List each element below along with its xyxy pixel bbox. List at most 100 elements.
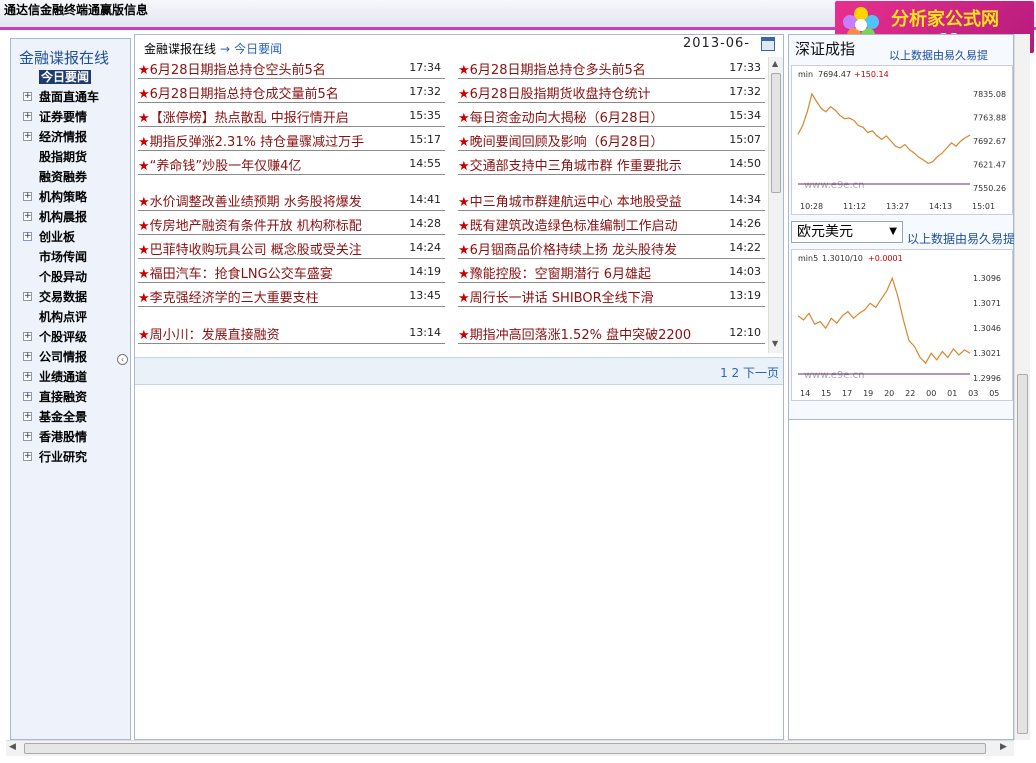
news-title[interactable]: 周小川：发展直接融资 xyxy=(150,328,280,343)
news-title[interactable]: 晚间要闻回顾及影响（6月28日） xyxy=(470,135,664,150)
scroll-down-icon[interactable]: ▼ xyxy=(772,339,778,348)
expand-icon[interactable]: + xyxy=(23,232,32,241)
expand-icon[interactable]: + xyxy=(23,212,32,221)
sidebar-item[interactable]: + 行业研究 xyxy=(21,447,99,467)
sidebar-item[interactable]: + 个股评级 xyxy=(21,327,99,347)
sidebar-item[interactable]: 融资融券 xyxy=(21,167,99,187)
sidebar-item[interactable]: 市场传闻 xyxy=(21,247,99,267)
news-title[interactable]: 福田汽车：抢食LNG公交车盛宴 xyxy=(150,267,333,282)
news-item[interactable]: ★既有建筑改造绿色标准编制工作启动 14:26 xyxy=(458,215,765,235)
window-vertical-scrollbar[interactable] xyxy=(1014,34,1030,740)
expand-icon[interactable]: + xyxy=(23,112,32,121)
sidebar-item[interactable]: + 公司情报 xyxy=(21,347,99,367)
collapse-sidebar-icon[interactable]: ‹ xyxy=(117,354,128,365)
sidebar-item[interactable]: + 交易数据 xyxy=(21,287,99,307)
news-item[interactable]: ★福田汽车：抢食LNG公交车盛宴 14:19 xyxy=(138,263,445,283)
news-item[interactable]: ★李克强经济学的三大重要支柱 13:45 xyxy=(138,287,445,307)
news-title[interactable]: 6月28日期指总持仓空头前5名 xyxy=(150,63,326,78)
expand-icon[interactable]: + xyxy=(23,372,32,381)
news-title[interactable]: 【涨停榜】热点散乱 中报行情开启 xyxy=(150,111,349,126)
news-item[interactable]: ★6月铟商品价格持续上扬 龙头股待发 14:22 xyxy=(458,239,765,259)
expand-icon[interactable]: + xyxy=(23,352,32,361)
expand-icon[interactable]: + xyxy=(23,332,32,341)
sidebar-item[interactable]: 机构点评 xyxy=(21,307,99,327)
expand-icon[interactable]: + xyxy=(23,132,32,141)
news-item[interactable]: ★水价调整改善业绩预期 水务股将爆发 14:41 xyxy=(138,191,445,211)
sidebar-item[interactable]: + 香港股情 xyxy=(21,427,99,447)
news-item[interactable]: ★晚间要闻回顾及影响（6月28日） 15:07 xyxy=(458,131,765,151)
news-title[interactable]: 期指冲高回落涨1.52% 盘中突破2200 xyxy=(470,328,692,343)
fx-data-note: 以上数据由易久易提 xyxy=(907,232,1016,246)
news-item[interactable]: ★巴菲特收购玩具公司 概念股或受关注 14:24 xyxy=(138,239,445,259)
expand-icon[interactable]: + xyxy=(23,412,32,421)
news-item[interactable]: ★每日资金动向大揭秘（6月28日） 15:34 xyxy=(458,107,765,127)
date-field[interactable]: 2013-06- xyxy=(683,36,750,51)
expand-icon[interactable]: + xyxy=(23,192,32,201)
sidebar-item[interactable]: + 基金全景 xyxy=(21,407,99,427)
expand-icon[interactable]: + xyxy=(23,92,32,101)
news-title[interactable]: 中三角城市群建航运中心 本地股受益 xyxy=(470,195,682,210)
sidebar-item[interactable]: 个股异动 xyxy=(21,267,99,287)
expand-icon[interactable]: + xyxy=(23,452,32,461)
news-item[interactable]: ★【涨停榜】热点散乱 中报行情开启 15:35 xyxy=(138,107,445,127)
news-title[interactable]: 传房地产融资有条件开放 机构称标配 xyxy=(150,219,362,234)
news-title[interactable]: 巴菲特收购玩具公司 概念股或受关注 xyxy=(150,243,362,258)
news-title[interactable]: 既有建筑改造绿色标准编制工作启动 xyxy=(470,219,678,234)
news-item[interactable]: ★交通部支持中三角城市群 作重要批示 14:50 xyxy=(458,155,765,175)
news-item[interactable]: ★传房地产融资有条件开放 机构称标配 14:28 xyxy=(138,215,445,235)
fx-select[interactable]: 欧元美元 ▼ xyxy=(791,221,903,243)
breadcrumb-root[interactable]: 金融谍报在线 xyxy=(144,42,216,56)
news-title[interactable]: 豫能控股：空窗期潜行 6月雄起 xyxy=(470,267,651,282)
news-title[interactable]: 6月28日期指总持仓成交量前5名 xyxy=(150,87,339,102)
news-title[interactable]: 6月28日期指总持仓多头前5名 xyxy=(470,63,646,78)
sidebar-item[interactable]: + 机构策略 xyxy=(21,187,99,207)
window-horizontal-scrollbar[interactable]: ◀ ▶ xyxy=(6,740,1014,756)
sidebar-item[interactable]: 股指期货 xyxy=(21,147,99,167)
sidebar-item[interactable]: + 业绩通道 xyxy=(21,367,99,387)
expand-icon[interactable]: + xyxy=(23,292,32,301)
news-item[interactable]: ★周小川：发展直接融资 13:14 xyxy=(138,324,445,344)
page-numbers[interactable]: 1 2 xyxy=(720,366,739,380)
scroll-right-icon[interactable]: ▶ xyxy=(1000,742,1007,752)
expand-icon[interactable]: + xyxy=(23,392,32,401)
news-item[interactable]: ★6月28日期指总持仓成交量前5名 17:32 xyxy=(138,83,445,103)
sidebar-item[interactable]: + 证券要情 xyxy=(21,107,99,127)
breadcrumb-current[interactable]: 今日要闻 xyxy=(234,42,282,56)
news-item[interactable]: ★期指冲高回落涨1.52% 盘中突破2200 12:10 xyxy=(458,324,765,344)
news-item[interactable]: ★周行长一讲话 SHIBOR全线下滑 13:19 xyxy=(458,287,765,307)
news-title[interactable]: 期指反弹涨2.31% 持仓量骤减过万手 xyxy=(150,135,364,150)
calendar-icon[interactable] xyxy=(761,37,775,51)
news-item[interactable]: ★6月28日期指总持仓空头前5名 17:34 xyxy=(138,59,445,79)
news-item[interactable]: ★6月28日期指总持仓多头前5名 17:33 xyxy=(458,59,765,79)
news-title[interactable]: 6月28日股指期货收盘持仓统计 xyxy=(470,87,651,102)
news-title[interactable]: “养命钱”炒股一年仅赚4亿 xyxy=(150,159,302,174)
y-tick-label: 1.3071 xyxy=(973,299,1001,308)
news-title[interactable]: 水价调整改善业绩预期 水务股将爆发 xyxy=(150,195,362,210)
news-title[interactable]: 每日资金动向大揭秘（6月28日） xyxy=(470,111,664,126)
sidebar-item[interactable]: + 机构晨报 xyxy=(21,207,99,227)
news-item[interactable]: ★豫能控股：空窗期潜行 6月雄起 14:03 xyxy=(458,263,765,283)
news-item[interactable]: ★6月28日股指期货收盘持仓统计 17:32 xyxy=(458,83,765,103)
sidebar-item[interactable]: + 直接融资 xyxy=(21,387,99,407)
chevron-down-icon[interactable]: ▼ xyxy=(889,222,897,242)
expand-icon[interactable]: + xyxy=(23,432,32,441)
news-item[interactable]: ★期指反弹涨2.31% 持仓量骤减过万手 15:17 xyxy=(138,131,445,151)
news-title[interactable]: 李克强经济学的三大重要支柱 xyxy=(150,291,319,306)
sidebar-item[interactable]: + 盘面直通车 xyxy=(21,87,99,107)
next-page-link[interactable]: 下一页 xyxy=(743,366,779,380)
news-title[interactable]: 周行长一讲话 SHIBOR全线下滑 xyxy=(470,291,654,306)
news-scrollbar-thumb[interactable] xyxy=(771,73,781,193)
sidebar-item[interactable]: + 经济情报 xyxy=(21,127,99,147)
scroll-up-icon[interactable]: ▲ xyxy=(772,59,778,68)
news-item[interactable]: ★“养命钱”炒股一年仅赚4亿 14:55 xyxy=(138,155,445,175)
news-title[interactable]: 6月铟商品价格持续上扬 龙头股待发 xyxy=(470,243,677,258)
window-vertical-scrollbar-thumb[interactable] xyxy=(1017,374,1028,734)
news-scrollbar[interactable]: ▲ ▼ xyxy=(768,57,783,353)
scroll-left-icon[interactable]: ◀ xyxy=(9,742,16,752)
news-item[interactable]: ★中三角城市群建航运中心 本地股受益 14:34 xyxy=(458,191,765,211)
sidebar-item[interactable]: + 创业板 xyxy=(21,227,99,247)
sidebar-item[interactable]: 今日要闻 xyxy=(21,67,99,87)
news-title[interactable]: 交通部支持中三角城市群 作重要批示 xyxy=(470,159,682,174)
pager: 1 2 下一页 xyxy=(135,357,783,385)
window-horizontal-scrollbar-thumb[interactable] xyxy=(24,743,986,754)
